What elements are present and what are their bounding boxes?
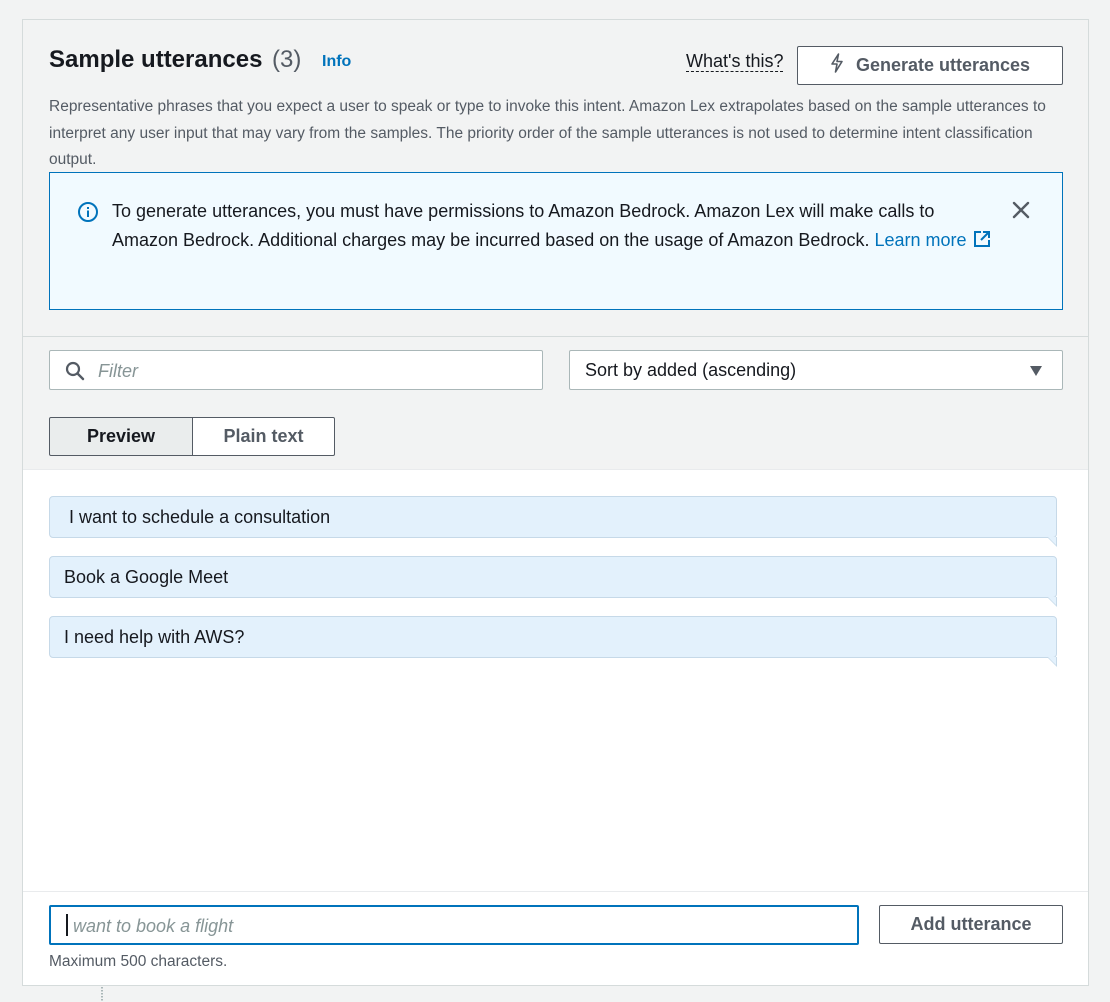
learn-more-link[interactable]: Learn more (874, 230, 991, 250)
whats-this-link[interactable]: What's this? (686, 51, 784, 72)
alert-message: To generate utterances, you must have pe… (112, 197, 992, 255)
bedrock-permission-alert: To generate utterances, you must have pe… (49, 172, 1063, 310)
sort-dropdown[interactable]: Sort by added (ascending) (569, 350, 1063, 390)
info-icon (77, 201, 99, 228)
plain-text-tab[interactable]: Plain text (193, 417, 335, 456)
alert-text: To generate utterances, you must have pe… (112, 201, 935, 250)
bubble-tail-fill (1048, 537, 1056, 545)
text-cursor (66, 914, 68, 936)
bubble-tail-fill (1048, 657, 1056, 665)
filter-input[interactable] (96, 351, 530, 391)
add-utterance-button[interactable]: Add utterance (879, 905, 1063, 944)
utterance-item[interactable]: I need help with AWS? (49, 616, 1057, 667)
section-divider (23, 336, 1088, 337)
section-description: Representative phrases that you expect a… (49, 98, 1046, 168)
external-link-icon (972, 230, 992, 250)
character-limit-hint: Maximum 500 characters. (49, 953, 228, 970)
close-icon[interactable] (1011, 200, 1031, 225)
filter-input-wrapper (49, 350, 543, 391)
new-utterance-input[interactable] (71, 907, 855, 945)
sample-utterances-panel: Sample utterances (3) Info What's this? … (22, 19, 1089, 986)
utterance-item[interactable]: Book a Google Meet (49, 556, 1057, 607)
resize-handle[interactable] (101, 987, 103, 1001)
info-link[interactable]: Info (322, 53, 351, 71)
utterance-text: I want to schedule a consultation (69, 507, 331, 527)
utterance-text: I need help with AWS? (64, 627, 245, 647)
generate-utterances-button[interactable]: Generate utterances (797, 46, 1063, 85)
panel-title: Sample utterances (49, 46, 263, 73)
sort-selected-value: Sort by added (ascending) (585, 360, 797, 380)
bubble-tail-fill (1048, 597, 1056, 605)
utterance-item[interactable]: I want to schedule a consultation (49, 496, 1057, 547)
generate-utterances-label: Generate utterances (855, 55, 1031, 75)
caret-down-icon (1029, 364, 1043, 382)
utterance-list: I want to schedule a consultation Book a… (49, 496, 1057, 676)
utterance-text: Book a Google Meet (64, 567, 229, 587)
preview-tab[interactable]: Preview (49, 417, 193, 456)
footer-divider (23, 891, 1088, 892)
lightning-icon (830, 53, 856, 78)
utterance-count: (3) (272, 46, 302, 73)
view-mode-toggle: Preview Plain text (49, 417, 335, 456)
new-utterance-field (49, 905, 859, 945)
